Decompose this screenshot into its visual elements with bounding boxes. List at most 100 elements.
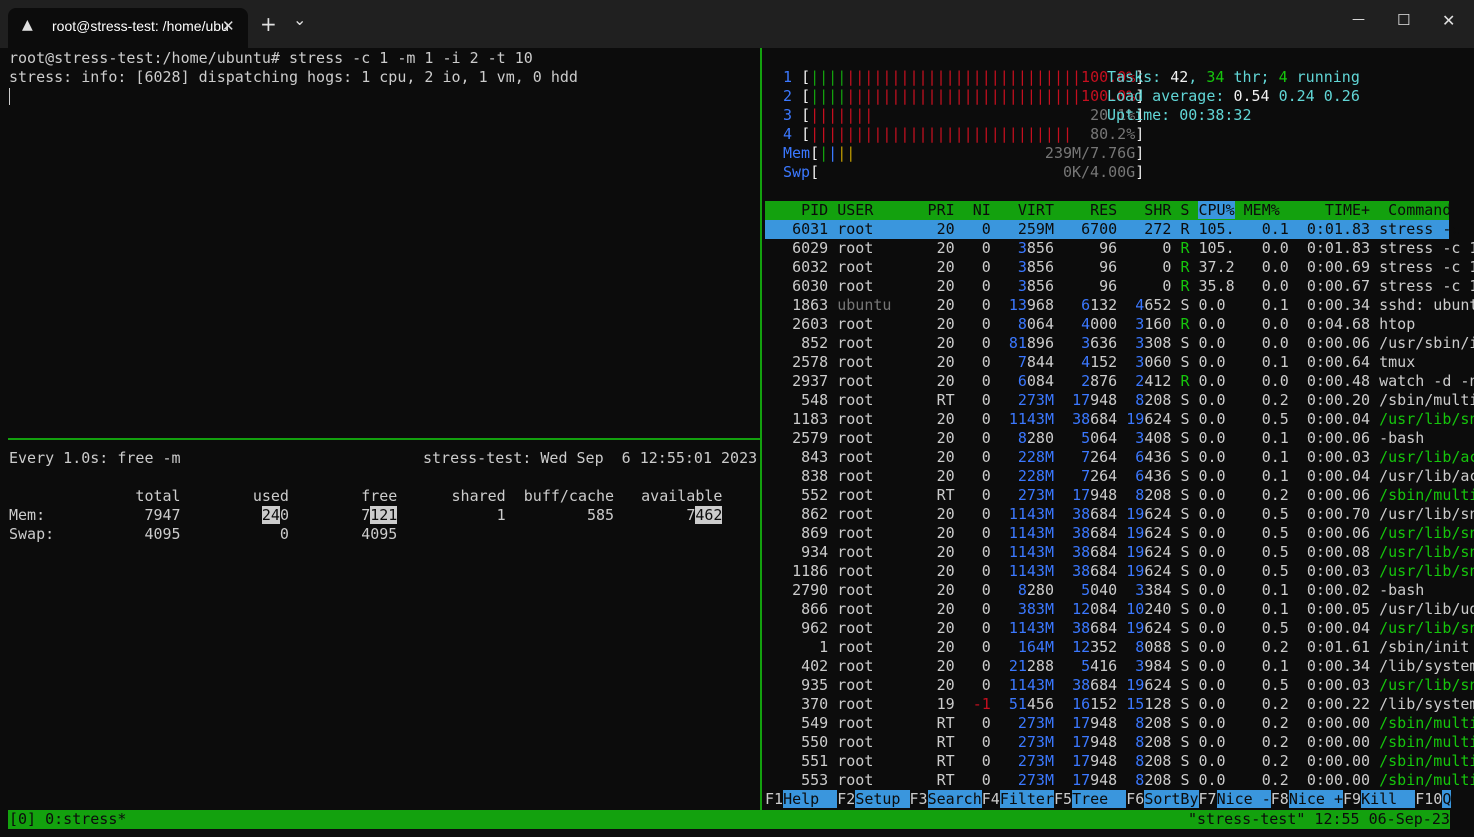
running-count: 4 bbox=[1278, 68, 1288, 86]
load-label: Load average: bbox=[1107, 87, 1225, 105]
pane-divider-vertical[interactable] bbox=[760, 48, 762, 810]
process-row[interactable]: 552 root RT 0 273M 17948 8208 S 0.0 0.2 … bbox=[765, 486, 1474, 505]
load-average: Load average: 0.54 0.24 0.26 bbox=[1107, 87, 1360, 106]
process-row[interactable]: 852 root 20 0 81896 3636 3308 S 0.0 0.0 … bbox=[765, 334, 1474, 353]
process-row[interactable]: 2937 root 20 0 6084 2876 2412 R 0.0 0.0 … bbox=[765, 372, 1474, 391]
process-row[interactable]: 935 root 20 0 1143M 38684 19624 S 0.0 0.… bbox=[765, 676, 1474, 695]
process-row[interactable]: 843 root 20 0 228M 7264 6436 S 0.0 0.1 0… bbox=[765, 448, 1474, 467]
process-table-header[interactable]: PID USER PRI NI VIRT RES SHR S CPU% MEM%… bbox=[765, 201, 1451, 220]
shell-output-line: stress: info: [6028] dispatching hogs: 1… bbox=[9, 68, 578, 86]
process-row[interactable]: 1183 root 20 0 1143M 38684 19624 S 0.0 0… bbox=[765, 410, 1474, 429]
load-1min: 0.54 bbox=[1233, 87, 1270, 105]
mem-shared: 1 bbox=[397, 506, 506, 524]
mem-meter: Mem[|||| 239M/7.76G] bbox=[783, 144, 1145, 162]
process-row[interactable]: 549 root RT 0 273M 17948 8208 S 0.0 0.2 … bbox=[765, 714, 1474, 733]
uptime-label: Uptime: bbox=[1107, 106, 1171, 124]
process-row[interactable]: 1 root 20 0 164M 12352 8088 S 0.0 0.2 0:… bbox=[765, 638, 1469, 657]
fkey-label-f5[interactable]: Tree bbox=[1072, 790, 1127, 808]
maximize-button[interactable]: ☐ bbox=[1397, 11, 1410, 29]
close-tab-icon[interactable]: ✕ bbox=[222, 17, 235, 35]
mem-free: 7121 bbox=[288, 506, 398, 524]
linux-tux-icon: ▲ bbox=[22, 17, 33, 33]
process-row[interactable]: 2603 root 20 0 8064 4000 3160 R 0.0 0.0 … bbox=[765, 315, 1415, 334]
fkey-f1[interactable]: F1 bbox=[765, 790, 783, 808]
free-mem-row: Mem: 7947 240 7121 1 585 7462 bbox=[9, 506, 723, 525]
process-row[interactable]: 2578 root 20 0 7844 4152 3060 S 0.0 0.1 … bbox=[765, 353, 1415, 372]
fkey-label-f1[interactable]: Help bbox=[783, 790, 838, 808]
fkey-label-f4[interactable]: Filter bbox=[999, 790, 1054, 808]
fkey-f9[interactable]: F9 bbox=[1343, 790, 1361, 808]
process-row[interactable]: 6029 root 20 0 3856 96 0 R 105. 0.0 0:01… bbox=[765, 239, 1474, 258]
fkey-label-f3[interactable]: Search bbox=[927, 790, 982, 808]
tmux-status-bar: [0] 0:stress* "stress-test" 12:55 06-Sep… bbox=[8, 810, 1450, 829]
swap-total: 4095 bbox=[54, 525, 181, 543]
process-row[interactable]: 1186 root 20 0 1143M 38684 19624 S 0.0 0… bbox=[765, 562, 1474, 581]
mem-buffcache: 585 bbox=[505, 506, 615, 524]
swap-label: Swap: bbox=[9, 525, 55, 543]
mem-available: 7462 bbox=[614, 506, 723, 524]
fkey-f2[interactable]: F2 bbox=[837, 790, 855, 808]
process-row[interactable]: 1863 ubuntu 20 0 13968 6132 4652 S 0.0 0… bbox=[765, 296, 1474, 315]
process-row[interactable]: 2579 root 20 0 8280 5064 3408 S 0.0 0.1 … bbox=[765, 429, 1424, 448]
shell-command-line: root@stress-test:/home/ubuntu# stress -c… bbox=[9, 49, 533, 67]
thread-count: 34 bbox=[1206, 68, 1225, 86]
process-row[interactable]: 6030 root 20 0 3856 96 0 R 35.8 0.0 0:00… bbox=[765, 277, 1474, 296]
uptime-value: 00:38:32 bbox=[1179, 106, 1252, 124]
free-column-header: total used free shared buff/cache availa… bbox=[9, 487, 723, 505]
swap-used: 0 bbox=[180, 525, 289, 543]
tab-dropdown-button[interactable]: ⌄ bbox=[293, 10, 306, 29]
process-row[interactable]: 402 root 20 0 21288 5416 3984 S 0.0 0.1 … bbox=[765, 657, 1474, 676]
process-row[interactable]: 838 root 20 0 228M 7264 6436 S 0.0 0.1 0… bbox=[765, 467, 1474, 486]
swap-free: 4095 bbox=[288, 525, 398, 543]
process-row[interactable]: 934 root 20 0 1143M 38684 19624 S 0.0 0.… bbox=[765, 543, 1474, 562]
pane-divider-horizontal[interactable] bbox=[8, 438, 760, 440]
cpu-meter-1: 1 [||||||||||||||||||||||||||||||100.0%] bbox=[783, 68, 1145, 86]
terminal-tab[interactable]: ▲ root@stress-test: /home/ubu ✕ bbox=[8, 8, 248, 48]
process-row[interactable]: 550 root RT 0 273M 17948 8208 S 0.0 0.2 … bbox=[765, 733, 1474, 752]
fkey-f7[interactable]: F7 bbox=[1199, 790, 1217, 808]
process-row[interactable]: 551 root RT 0 273M 17948 8208 S 0.0 0.2 … bbox=[765, 752, 1474, 771]
process-row[interactable]: 862 root 20 0 1143M 38684 19624 S 0.0 0.… bbox=[765, 505, 1474, 524]
thr-label: thr; bbox=[1233, 68, 1270, 86]
fkey-label-f2[interactable]: Setup bbox=[855, 790, 910, 808]
process-row[interactable]: 370 root 19 -1 51456 16152 15128 S 0.0 0… bbox=[765, 695, 1474, 714]
process-row[interactable]: 6032 root 20 0 3856 96 0 R 37.2 0.0 0:00… bbox=[765, 258, 1474, 277]
uptime: Uptime: 00:38:32 bbox=[1107, 106, 1252, 125]
process-row[interactable]: 553 root RT 0 273M 17948 8208 S 0.0 0.2 … bbox=[765, 771, 1474, 790]
fkey-f3[interactable]: F3 bbox=[910, 790, 928, 808]
process-row[interactable]: 866 root 20 0 383M 12084 10240 S 0.0 0.1… bbox=[765, 600, 1474, 619]
mem-label: Mem: bbox=[9, 506, 46, 524]
tasks-summary: Tasks: 42, 34 thr; 4 running bbox=[1107, 68, 1360, 86]
tasks-label: Tasks: bbox=[1107, 68, 1162, 86]
cpu-meter-4: 4 [||||||||||||||||||||||||||||| 80.2%] bbox=[783, 125, 1145, 143]
process-row[interactable]: 6031 root 20 0 259M 6700 272 R 105. 0.1 … bbox=[765, 220, 1474, 239]
fkey-label-f8[interactable]: Nice + bbox=[1288, 790, 1343, 808]
process-row[interactable]: 869 root 20 0 1143M 38684 19624 S 0.0 0.… bbox=[765, 524, 1474, 543]
tab-title: root@stress-test: /home/ubu bbox=[52, 18, 229, 34]
load-5min: 0.24 bbox=[1278, 87, 1315, 105]
fkey-f5[interactable]: F5 bbox=[1054, 790, 1072, 808]
fkey-label-f10[interactable]: Q bbox=[1442, 790, 1452, 808]
minimize-button[interactable]: — bbox=[1352, 12, 1365, 27]
process-row[interactable]: 962 root 20 0 1143M 38684 19624 S 0.0 0.… bbox=[765, 619, 1474, 638]
tmux-window-list[interactable]: [0] 0:stress* bbox=[9, 810, 126, 829]
fkey-label-f6[interactable]: SortBy bbox=[1144, 790, 1199, 808]
free-swap-row: Swap: 4095 0 4095 bbox=[9, 525, 397, 544]
new-tab-button[interactable]: + bbox=[260, 12, 277, 36]
fkey-f6[interactable]: F6 bbox=[1126, 790, 1144, 808]
process-row[interactable]: 548 root RT 0 273M 17948 8208 S 0.0 0.2 … bbox=[765, 391, 1474, 410]
fkey-f8[interactable]: F8 bbox=[1271, 790, 1289, 808]
text-cursor bbox=[9, 88, 10, 105]
fkey-label-f7[interactable]: Nice - bbox=[1216, 790, 1271, 808]
cpu-meter-3: 3 [||||||| 20.1%] bbox=[783, 106, 1145, 124]
close-window-button[interactable]: ✕ bbox=[1442, 11, 1455, 30]
load-15min: 0.26 bbox=[1323, 87, 1360, 105]
fkey-label-f9[interactable]: Kill bbox=[1361, 790, 1416, 808]
fkey-f10[interactable]: F10 bbox=[1415, 790, 1442, 808]
fkey-f4[interactable]: F4 bbox=[982, 790, 1000, 808]
cpu-meter-2: 2 [||||||||||||||||||||||||||||||100.0%] bbox=[783, 87, 1145, 105]
swap-meter: Swp[ 0K/4.00G] bbox=[783, 163, 1145, 181]
watch-header-right: stress-test: Wed Sep 6 12:55:01 2023 bbox=[423, 449, 758, 467]
watch-header-left: Every 1.0s: free -m bbox=[9, 449, 181, 467]
process-row[interactable]: 2790 root 20 0 8280 5040 3384 S 0.0 0.1 … bbox=[765, 581, 1424, 600]
